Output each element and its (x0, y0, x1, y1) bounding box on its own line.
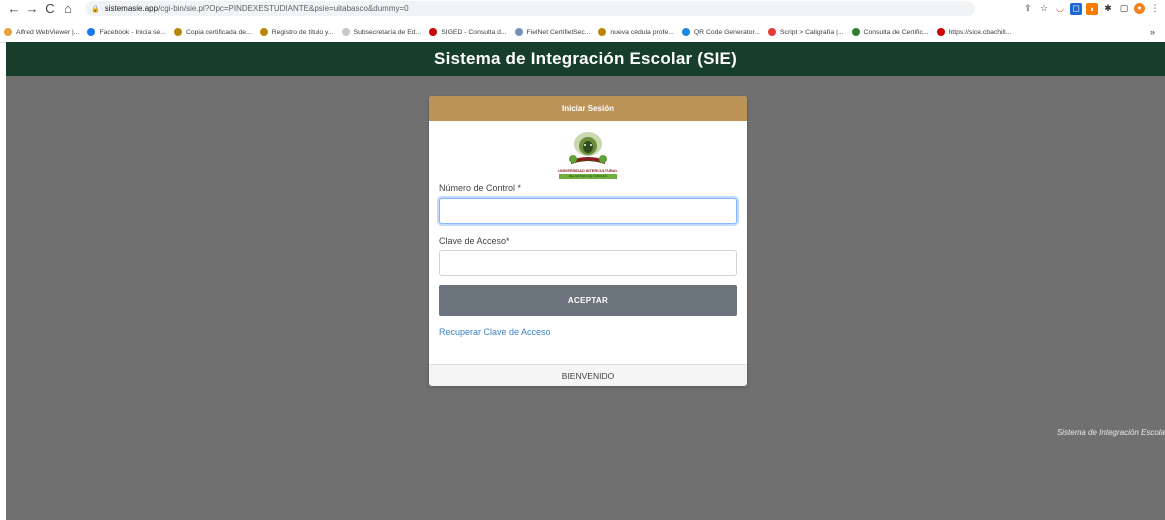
login-card-header: Iniciar Sesión (429, 96, 747, 121)
extensions-puzzle-icon[interactable]: ✱ (1102, 3, 1114, 15)
control-number-input[interactable] (439, 198, 737, 224)
password-input[interactable] (439, 250, 737, 276)
bookmark-favicon-icon (514, 28, 523, 36)
accept-button[interactable]: ACEPTAR (439, 285, 737, 316)
sidebar-icon[interactable]: ▢ (1118, 3, 1130, 15)
extension-pocket-icon[interactable]: ◡ (1054, 3, 1066, 15)
forward-icon[interactable]: → (23, 1, 41, 16)
star-icon[interactable]: ☆ (1038, 3, 1050, 15)
bookmark-favicon-icon (768, 28, 777, 36)
logo-emblem-icon (569, 132, 607, 164)
menu-kebab-icon[interactable]: ⋮ (1149, 3, 1161, 15)
bookmark-label: Alfred WebViewer |... (16, 28, 80, 36)
profile-avatar-icon[interactable]: ● (1134, 3, 1145, 14)
bookmarks-bar: Alfred WebViewer |... Facebook - Inicia s… (0, 22, 1165, 43)
bookmark-label: Consulta de Certific... (863, 28, 929, 36)
bookmark-item[interactable]: nueva cédula profe... (598, 28, 674, 36)
browser-toolbar: ← → C ⌂ 🔒 sistemasie.app /cgi-bin/sie.pl… (0, 0, 1165, 17)
share-icon[interactable]: ⇪ (1022, 3, 1034, 15)
bookmarks-overflow-icon[interactable]: » (1150, 27, 1155, 37)
back-icon[interactable]: ← (5, 1, 23, 16)
bookmark-favicon-icon (681, 28, 690, 36)
bookmark-favicon-icon (4, 28, 12, 36)
bookmark-favicon-icon (936, 28, 945, 36)
welcome-text: BIENVENIDO (561, 370, 615, 381)
bookmark-label: Copia certificada de... (185, 28, 252, 36)
bookmark-label: Script > Caligrafía |... (780, 28, 844, 36)
bookmark-label: https://sice.cbachill... (948, 28, 1012, 36)
site-title: Sistema de Integración Escolar (SIE) (434, 49, 737, 68)
bookmark-favicon-icon (87, 28, 96, 36)
password-label: Clave de Acceso* (439, 236, 510, 246)
bookmark-label: Facebook - Inicia se... (99, 28, 166, 36)
bookmark-item[interactable]: Copia certificada de... (173, 28, 252, 36)
bookmark-item[interactable]: Registro de título y... (259, 28, 334, 36)
address-bar[interactable]: 🔒 sistemasie.app /cgi-bin/sie.pl?Opc=PIN… (85, 1, 975, 16)
home-icon[interactable]: ⌂ (59, 1, 77, 16)
bookmark-item[interactable]: QR Code Generator... (681, 28, 761, 36)
bookmark-label: FielNet CertifielSec... (526, 28, 591, 36)
login-card-title: Iniciar Sesión (561, 104, 615, 113)
bookmark-label: QR Code Generator... (693, 28, 761, 36)
bookmark-favicon-icon (851, 28, 860, 36)
bookmark-item[interactable]: https://sice.cbachill... (936, 28, 1012, 36)
bookmark-item[interactable]: Consulta de Certific... (851, 28, 929, 36)
bookmark-favicon-icon (598, 28, 607, 36)
university-logo: UNIVERSIDAD INTERCULTURAL DEL ESTADO DE … (555, 130, 621, 180)
bookmark-label: nueva cédula profe... (610, 28, 674, 36)
login-card-footer: BIENVENIDO (429, 364, 747, 386)
reload-icon[interactable]: C (41, 1, 59, 16)
site-header: Sistema de Integración Escolar (SIE) (6, 42, 1165, 76)
bookmark-favicon-icon (341, 28, 350, 36)
lock-icon: 🔒 (91, 5, 100, 13)
extension-search-icon[interactable]: ◻ (1070, 2, 1082, 15)
bookmark-favicon-icon (173, 28, 182, 36)
bookmark-item[interactable]: Subsecretaría de Ed... (341, 28, 422, 36)
bookmark-item[interactable]: Facebook - Inicia se... (87, 28, 166, 36)
bookmark-label: SIGED - Consulta d... (441, 28, 507, 36)
bookmark-item[interactable]: Script > Caligrafía |... (768, 28, 844, 36)
bookmark-item[interactable]: SIGED - Consulta d... (429, 28, 507, 36)
bookmark-label: Subsecretaría de Ed... (353, 28, 422, 36)
control-number-label: Número de Control * (439, 183, 522, 193)
bookmark-label: Registro de título y... (271, 28, 334, 36)
bookmark-favicon-icon (259, 28, 268, 36)
recover-password-link[interactable]: Recuperar Clave de Acceso (439, 327, 551, 337)
bookmark-item[interactable]: Alfred WebViewer |... (4, 28, 79, 36)
url-domain: sistemasie.app (104, 4, 159, 13)
url-path: /cgi-bin/sie.pl?Opc=PINDEXESTUDIANTE&psi… (158, 4, 409, 13)
login-card: Iniciar Sesión UNIVERSIDAD INTERCULTURAL… (429, 96, 747, 386)
bookmark-item[interactable]: FielNet CertifielSec... (514, 28, 591, 36)
bookmark-favicon-icon (429, 28, 438, 36)
page-content: Iniciar Sesión UNIVERSIDAD INTERCULTURAL… (6, 76, 1165, 520)
logo-caption: UNIVERSIDAD INTERCULTURAL (558, 168, 618, 173)
system-footer-text: Sistema de Integración Escola (1056, 428, 1165, 437)
extension-rss-icon[interactable]: ◗ (1086, 2, 1098, 15)
logo-subcaption: DEL ESTADO DE TABASCO (559, 174, 617, 179)
